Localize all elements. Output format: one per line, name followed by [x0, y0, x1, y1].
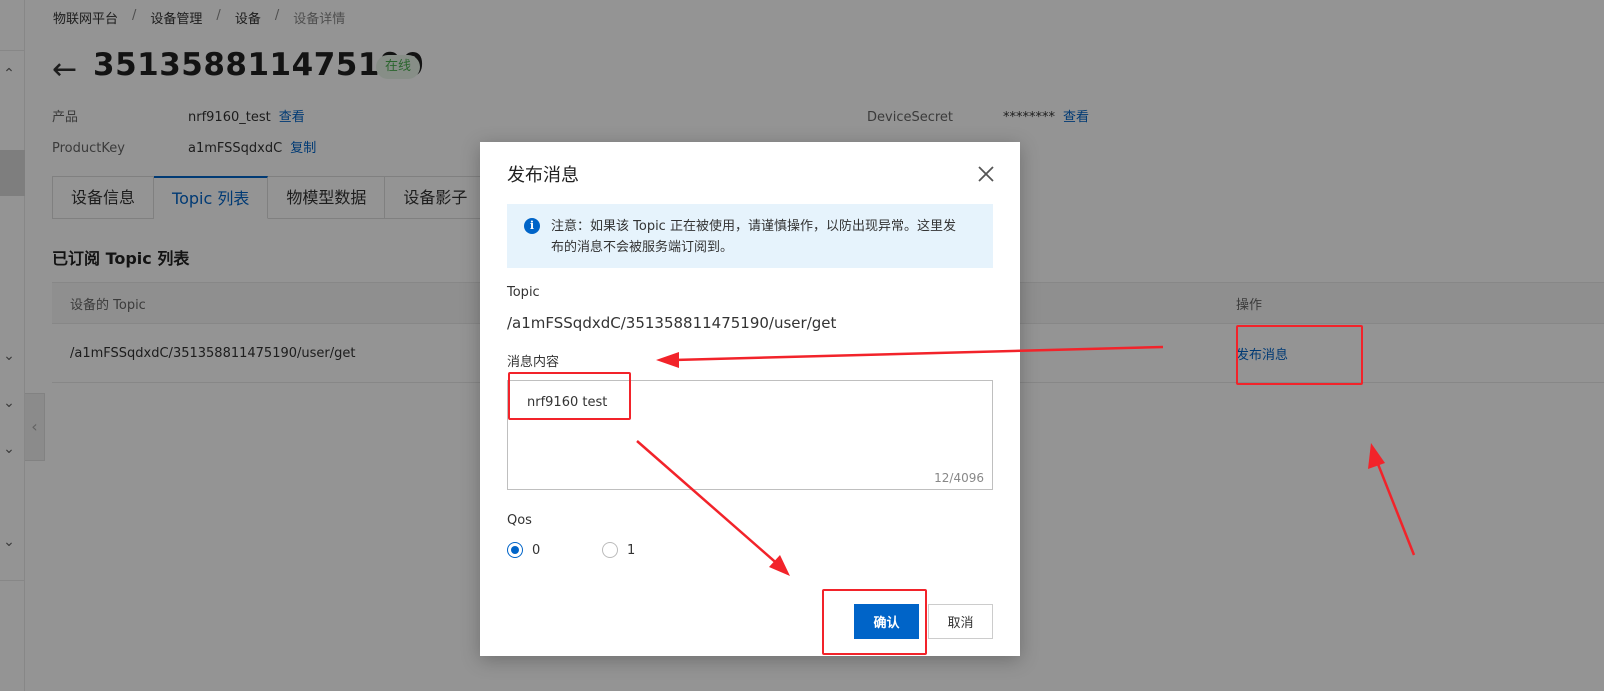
dialog-title: 发布消息 [507, 165, 579, 186]
qos-option-1-label: 1 [627, 542, 636, 558]
notice-text-line1: 注意：如果该 Topic 正在被使用，请谨慎操作，以防出现异常。这里发 [551, 219, 956, 234]
notice-text-line2: 布的消息不会被服务端订阅到。 [551, 240, 734, 255]
notice-banner: i 注意：如果该 Topic 正在被使用，请谨慎操作，以防出现异常。这里发 布的… [507, 204, 993, 268]
topic-value: /a1mFSSqdxdC/351358811475190/user/get [507, 314, 837, 332]
character-counter: 12/4096 [934, 471, 984, 485]
qos-option-0-label: 0 [532, 542, 541, 558]
topic-label: Topic [507, 285, 540, 300]
qos-radio-group: 0 1 [507, 542, 635, 558]
radio-checked-icon [507, 542, 523, 558]
message-content-label: 消息内容 [507, 355, 560, 370]
highlight-box-message-content [508, 372, 631, 420]
radio-unchecked-icon [602, 542, 618, 558]
qos-radio-0[interactable]: 0 [507, 542, 602, 558]
highlight-box-confirm [822, 589, 927, 655]
qos-label: Qos [507, 513, 532, 528]
cancel-button[interactable]: 取消 [928, 604, 993, 639]
highlight-box-publish-link [1236, 325, 1363, 385]
info-icon: i [524, 218, 540, 234]
close-icon[interactable] [976, 164, 996, 184]
qos-radio-1[interactable]: 1 [602, 542, 635, 558]
